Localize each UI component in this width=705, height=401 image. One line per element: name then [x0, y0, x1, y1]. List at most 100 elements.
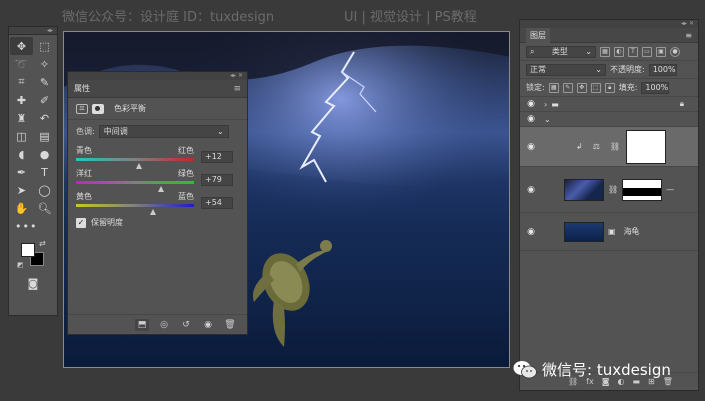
watermark-bottom: 微信号: tuxdesign: [513, 359, 671, 380]
properties-panel: ◂▸ ✕ 属性 ≡ ⚖ 色彩平衡 色调: 中间调 ⌄ 青色 红色 +12 洋红 …: [67, 71, 248, 335]
magenta-green-slider: 洋红 绿色 +79: [68, 168, 247, 192]
visibility-eye-icon[interactable]: ◉: [520, 227, 542, 237]
wechat-icon: [513, 360, 537, 378]
link-icon: ⛓: [608, 185, 619, 194]
layer-storm-photo[interactable]: ◉ ⛓ —: [520, 167, 698, 213]
properties-panel-grip[interactable]: ◂▸ ✕: [68, 72, 247, 80]
zoom-tool-icon[interactable]: 🔍︎: [33, 199, 56, 217]
reset-icon[interactable]: ↺: [179, 319, 193, 331]
chevron-right-icon[interactable]: ›: [544, 100, 547, 109]
lock-position-icon[interactable]: ✥: [576, 82, 587, 93]
layer-color-balance[interactable]: ◉ ↲ ⚖ ⛓: [520, 127, 698, 167]
clip-arrow-icon: ↲: [576, 142, 583, 151]
yellow-blue-slider: 黄色 蓝色 +54: [68, 191, 247, 215]
chevron-down-icon[interactable]: ⌄: [544, 115, 551, 124]
balance-adjustment-icon[interactable]: ⚖: [76, 103, 88, 114]
clone-stamp-icon[interactable]: ♜: [10, 109, 33, 127]
fill-input[interactable]: 100%: [641, 81, 670, 94]
pen-tool-icon[interactable]: ✒: [10, 163, 33, 181]
filter-kind-select[interactable]: ⌕ 类型 ⌄: [526, 45, 596, 58]
swap-colors-icon[interactable]: ⇄: [39, 239, 46, 248]
delete-icon[interactable]: 🗑︎: [223, 319, 237, 331]
quick-mask-icon[interactable]: ◙: [28, 277, 39, 290]
filter-pixel-icon[interactable]: ▦: [600, 46, 610, 57]
filter-toggle-icon[interactable]: ●: [670, 46, 680, 57]
lock-all-icon[interactable]: 🔒︎: [604, 82, 615, 93]
watermark-bottom-text: 微信号: tuxdesign: [542, 361, 671, 379]
layer-thumbnail[interactable]: [564, 178, 604, 201]
filter-type-icon[interactable]: T: [628, 46, 638, 57]
gradient-tool-icon[interactable]: ▤: [33, 127, 56, 145]
move-tool-icon[interactable]: ✥: [10, 37, 33, 55]
marquee-tool-icon[interactable]: ⬚: [33, 37, 56, 55]
layer-name: 海龟: [623, 227, 640, 236]
balance-adjustment-icon: ⚖: [592, 142, 600, 151]
layer-group-collapsed[interactable]: ◉ › ▬ 🔒︎: [520, 97, 698, 112]
eraser-icon[interactable]: ◫: [10, 127, 33, 145]
lock-label: 锁定:: [526, 83, 545, 92]
lock-transparent-icon[interactable]: ▦: [548, 82, 559, 93]
visibility-eye-icon[interactable]: ◉: [520, 185, 542, 195]
mask-indicator-icon: —: [666, 185, 675, 194]
filter-smart-object-icon[interactable]: ▣: [656, 46, 666, 57]
tone-select[interactable]: 中间调 ⌄: [98, 125, 229, 138]
hand-tool-icon[interactable]: ✋: [10, 199, 33, 217]
layer-group-expanded[interactable]: ◉ ⌄: [520, 112, 698, 127]
visibility-eye-icon[interactable]: ◉: [520, 99, 542, 109]
brush-tool-icon[interactable]: ✐: [33, 91, 56, 109]
cyan-red-value[interactable]: +12: [201, 151, 233, 163]
magenta-green-track[interactable]: [76, 181, 194, 184]
layer-turtle[interactable]: ◉ ▣ 海龟: [520, 213, 698, 251]
chevron-down-icon: ⌄: [595, 65, 602, 74]
magenta-label: 洋红: [76, 169, 92, 178]
cyan-red-track[interactable]: [76, 158, 194, 161]
lasso-tool-icon[interactable]: ➰: [10, 55, 33, 73]
more-tools-icon[interactable]: •••: [10, 217, 56, 235]
visibility-eye-icon[interactable]: ◉: [520, 142, 542, 152]
shape-tool-icon[interactable]: ◯: [33, 181, 56, 199]
yellow-blue-track[interactable]: [76, 204, 194, 207]
blend-mode-select[interactable]: 正常 ⌄: [526, 63, 606, 76]
lock-artboard-icon[interactable]: ⬚: [590, 82, 601, 93]
dodge-tool-icon[interactable]: ●: [33, 145, 56, 163]
visibility-eye-icon[interactable]: ◉: [520, 114, 542, 124]
history-brush-icon[interactable]: ↶: [33, 109, 56, 127]
magenta-green-value[interactable]: +79: [201, 174, 233, 186]
type-tool-icon[interactable]: T: [33, 163, 56, 181]
eyedropper-icon[interactable]: ✎: [33, 73, 56, 91]
preserve-luminosity-checkbox[interactable]: ✓: [76, 217, 86, 228]
smart-object-icon: ▣: [608, 227, 616, 236]
panel-menu-icon[interactable]: ≡: [233, 84, 241, 94]
yellow-blue-value[interactable]: +54: [201, 197, 233, 209]
layer-mask-icon[interactable]: [92, 103, 104, 114]
clip-to-layer-icon[interactable]: ⬒: [135, 318, 149, 331]
opacity-label: 不透明度:: [610, 65, 645, 74]
search-icon: ⌕: [530, 46, 535, 56]
watermark-top-right: UI | 视觉设计 | PS教程: [344, 10, 477, 25]
fill-value: 100%: [645, 83, 669, 92]
tab-layers[interactable]: 图层: [526, 27, 550, 43]
layer-mask-thumbnail[interactable]: [622, 178, 663, 201]
crop-tool-icon[interactable]: ⌗: [10, 73, 33, 91]
healing-brush-icon[interactable]: ✚: [10, 91, 33, 109]
foreground-color-swatch[interactable]: [21, 243, 35, 257]
filter-adjustment-icon[interactable]: ◐: [614, 46, 624, 57]
blur-tool-icon[interactable]: ◖: [10, 145, 33, 163]
filter-kind-value: 类型: [551, 47, 568, 56]
filter-shape-icon[interactable]: ▭: [642, 46, 652, 57]
lock-image-icon[interactable]: ✎: [562, 82, 573, 93]
magic-wand-icon[interactable]: ✧: [33, 55, 56, 73]
path-select-icon[interactable]: ➤: [10, 181, 33, 199]
yellow-label: 黄色: [76, 192, 92, 201]
yellow-blue-thumb[interactable]: [149, 209, 156, 215]
opacity-input[interactable]: 100%: [648, 63, 677, 76]
fill-label: 填充:: [618, 83, 638, 92]
view-previous-state-icon[interactable]: ◎: [157, 319, 171, 331]
panel-menu-icon[interactable]: ≡: [685, 31, 692, 40]
layer-mask-thumbnail[interactable]: [626, 129, 667, 164]
default-colors-icon[interactable]: ◩: [17, 261, 24, 269]
layer-thumbnail[interactable]: [564, 221, 604, 242]
lock-icon: 🔒︎: [679, 99, 684, 108]
tools-panel-grip[interactable]: ◂▸: [9, 27, 57, 35]
visibility-eye-icon[interactable]: ◉: [201, 319, 215, 331]
